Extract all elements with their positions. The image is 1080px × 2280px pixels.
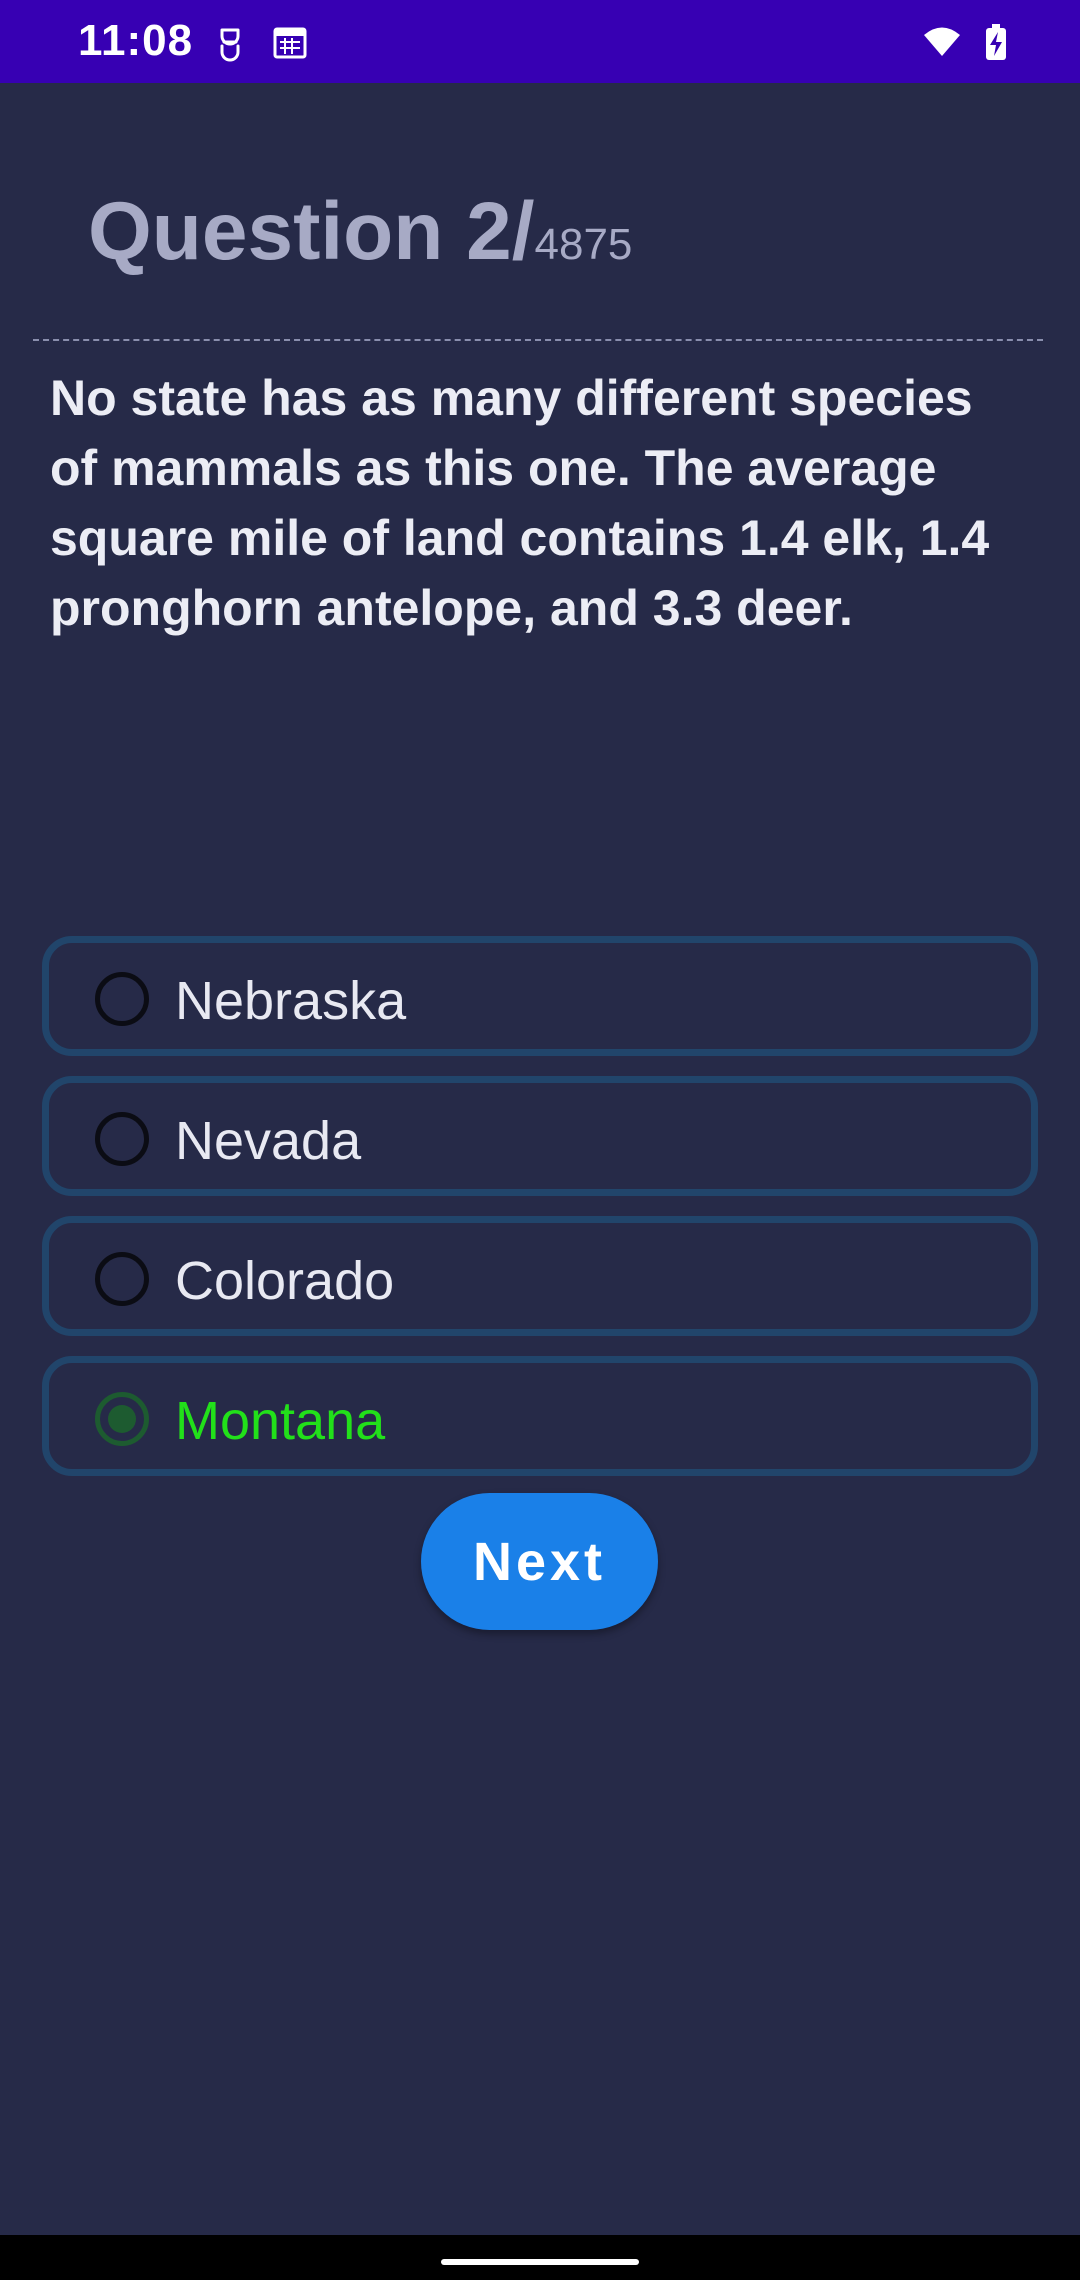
option-label: Nebraska [175,971,407,1031]
status-time: 11:08 [78,16,194,65]
battery-charging-icon [986,24,1006,60]
home-indicator[interactable] [441,2259,639,2265]
wifi-icon [924,27,960,56]
option-label: Colorado [175,1251,395,1311]
quiz-screen: Question 2/4875 No state has as many dif… [0,83,1080,2235]
option-montana[interactable]: Montana [42,1356,1038,1476]
calendar-icon [273,27,307,59]
option-colorado[interactable]: Colorado [42,1216,1038,1336]
option-nevada[interactable]: Nevada [42,1076,1038,1196]
radio-button-selected[interactable] [95,1392,149,1446]
radio-button[interactable] [95,1112,149,1166]
divider [33,339,1043,341]
next-button[interactable]: Next [421,1493,658,1630]
radio-button[interactable] [95,1252,149,1306]
question-header: Question 2/4875 [88,185,632,279]
notification-app-icon [220,28,240,62]
status-bar: 11:08 [0,0,1080,83]
navigation-bar [0,2235,1080,2280]
option-label: Nevada [175,1111,362,1171]
radio-button[interactable] [95,972,149,1026]
question-total: 4875 [534,220,633,269]
question-text: No state has as many different species o… [50,370,990,636]
question-number: Question 2/ [88,186,535,277]
option-nebraska[interactable]: Nebraska [42,936,1038,1056]
option-label: Montana [175,1391,386,1451]
